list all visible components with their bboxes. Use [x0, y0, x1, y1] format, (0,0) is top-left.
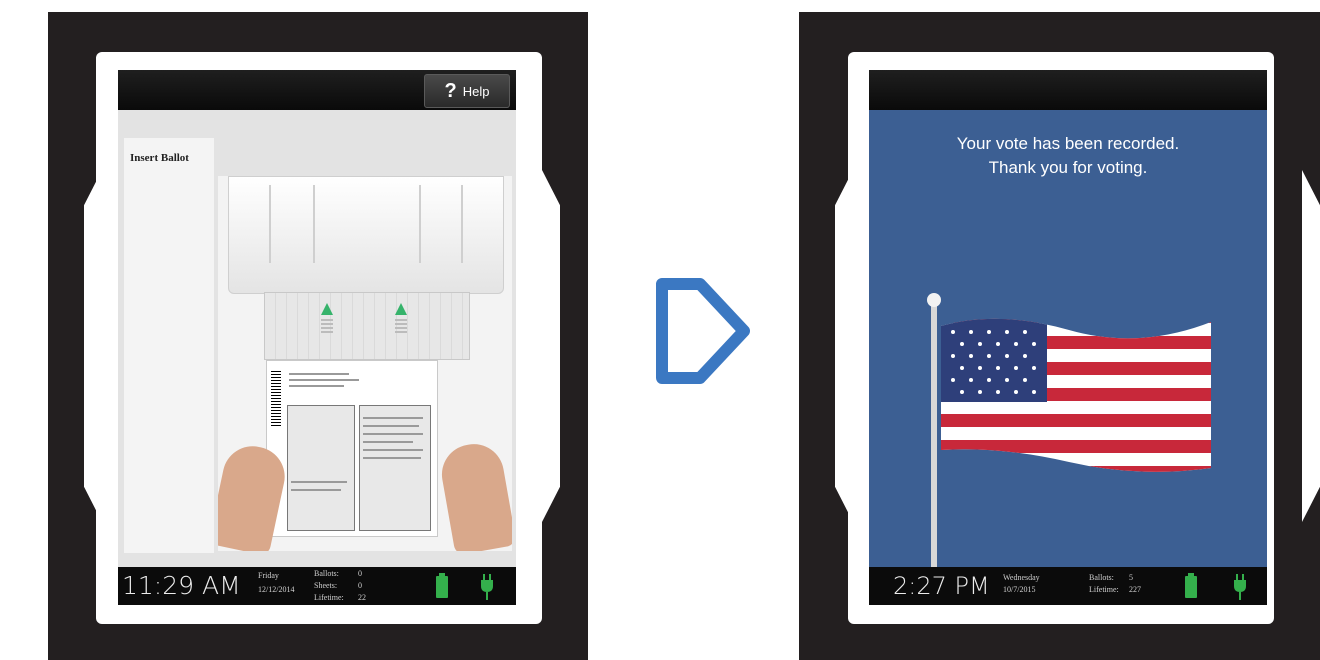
power-plug-icon [481, 574, 493, 600]
clock: 11:29 AM [122, 571, 241, 600]
sheets-count: 0 [358, 581, 362, 590]
ballots-count: 0 [358, 569, 362, 578]
day-label: Friday [258, 571, 279, 580]
help-button[interactable]: ? Help [424, 74, 510, 108]
right-hand-image [437, 439, 512, 551]
scanner-tray [228, 176, 504, 294]
day-label: Wednesday [1003, 573, 1040, 582]
panel-title: Insert Ballot [130, 152, 189, 164]
message-line-1: Your vote has been recorded. [956, 134, 1180, 153]
ballots-label: Ballots: [314, 569, 339, 578]
status-bar: 2:27 PM Wednesday 10/7/2015 Ballots: 5 L… [869, 567, 1267, 605]
battery-icon [1185, 573, 1197, 598]
lifetime-count: 227 [1129, 585, 1141, 594]
vote-recorded-screen: Your vote has been recorded. Thank you f… [869, 70, 1267, 605]
instruction-panel: Insert Ballot [124, 138, 214, 553]
confirmation-message: Your vote has been recorded. Thank you f… [869, 132, 1267, 180]
bezel-tab-right [1302, 170, 1320, 522]
ballot-paper-image [266, 360, 438, 537]
top-bar [869, 70, 1267, 110]
top-bar: ? Help [118, 70, 516, 110]
bezel-tab-right [542, 170, 560, 522]
next-step-arrow-icon [656, 278, 750, 384]
device-bezel: Your vote has been recorded. Thank you f… [848, 52, 1274, 624]
voting-machine-right: Your vote has been recorded. Thank you f… [799, 12, 1320, 660]
confirmation-panel: Your vote has been recorded. Thank you f… [869, 110, 1267, 570]
battery-icon [436, 573, 448, 598]
clock: 2:27 PM [893, 572, 990, 600]
lifetime-label: Lifetime: [1089, 585, 1119, 594]
us-flag-image [927, 293, 1211, 570]
power-plug-icon [1234, 574, 1246, 600]
lifetime-label: Lifetime: [314, 593, 344, 602]
message-line-2: Thank you for voting. [988, 158, 1148, 177]
insert-arrow-icon [321, 303, 333, 315]
voting-machine-left: ? Help Insert Ballot 11:29 AM Friday 12/… [48, 12, 588, 660]
question-mark-icon: ? [444, 79, 457, 102]
insert-arrow-icon [395, 303, 407, 315]
device-bezel: ? Help Insert Ballot 11:29 AM Friday 12/… [96, 52, 542, 624]
date-label: 12/12/2014 [258, 585, 295, 594]
ballot-insertion-illustration [218, 176, 512, 551]
sheets-label: Sheets: [314, 581, 338, 590]
ballots-count: 5 [1129, 573, 1133, 582]
lifetime-count: 22 [358, 593, 366, 602]
ballot-slot [264, 292, 470, 360]
ballots-label: Ballots: [1089, 573, 1114, 582]
status-bar: 11:29 AM Friday 12/12/2014 Ballots: 0 Sh… [118, 567, 516, 605]
help-button-label: Help [462, 83, 490, 99]
insert-ballot-screen: ? Help Insert Ballot 11:29 AM Friday 12/… [118, 70, 516, 605]
date-label: 10/7/2015 [1003, 585, 1036, 594]
